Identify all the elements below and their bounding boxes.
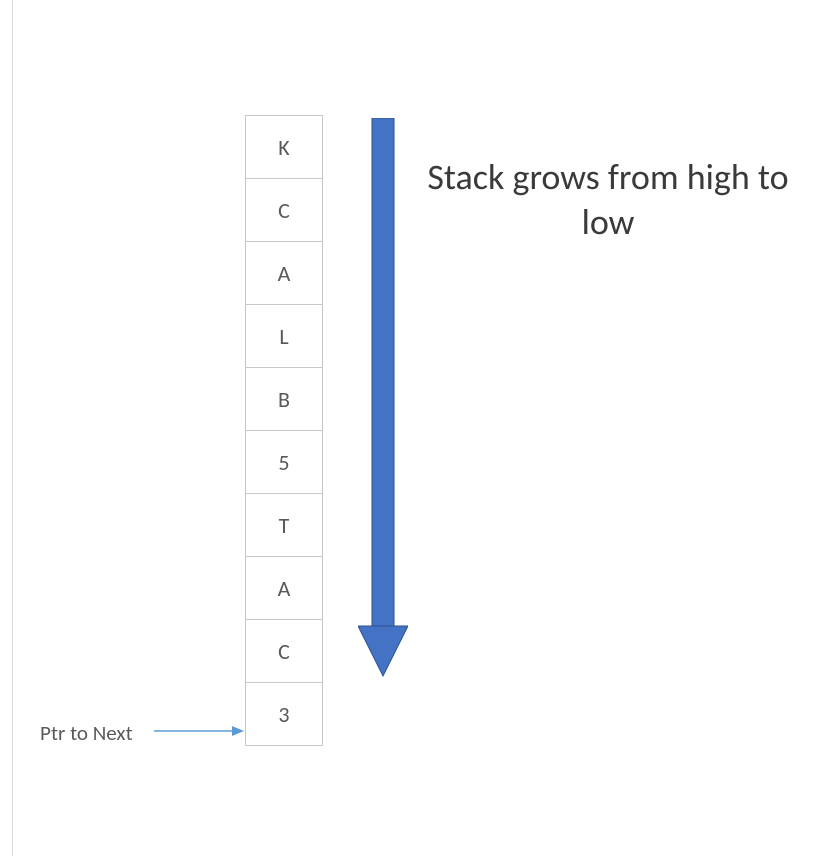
stack-cell: K bbox=[245, 115, 323, 179]
stack-cell: A bbox=[245, 241, 323, 305]
left-guide-rule bbox=[12, 0, 13, 856]
stack-cell: C bbox=[245, 619, 323, 683]
stack-cell: C bbox=[245, 178, 323, 242]
stack-cell: L bbox=[245, 304, 323, 368]
stack-cell: 5 bbox=[245, 430, 323, 494]
pointer-label: Ptr to Next bbox=[40, 720, 133, 746]
stack-cell: T bbox=[245, 493, 323, 557]
stack-cell: A bbox=[245, 556, 323, 620]
stack-cell: B bbox=[245, 367, 323, 431]
right-arrow-icon bbox=[154, 721, 246, 741]
diagram-title: Stack grows from high to low bbox=[418, 155, 798, 245]
stack-column: K C A L B 5 T A C 3 bbox=[245, 115, 323, 746]
down-arrow-icon bbox=[358, 118, 408, 678]
stack-cell: 3 bbox=[245, 682, 323, 746]
